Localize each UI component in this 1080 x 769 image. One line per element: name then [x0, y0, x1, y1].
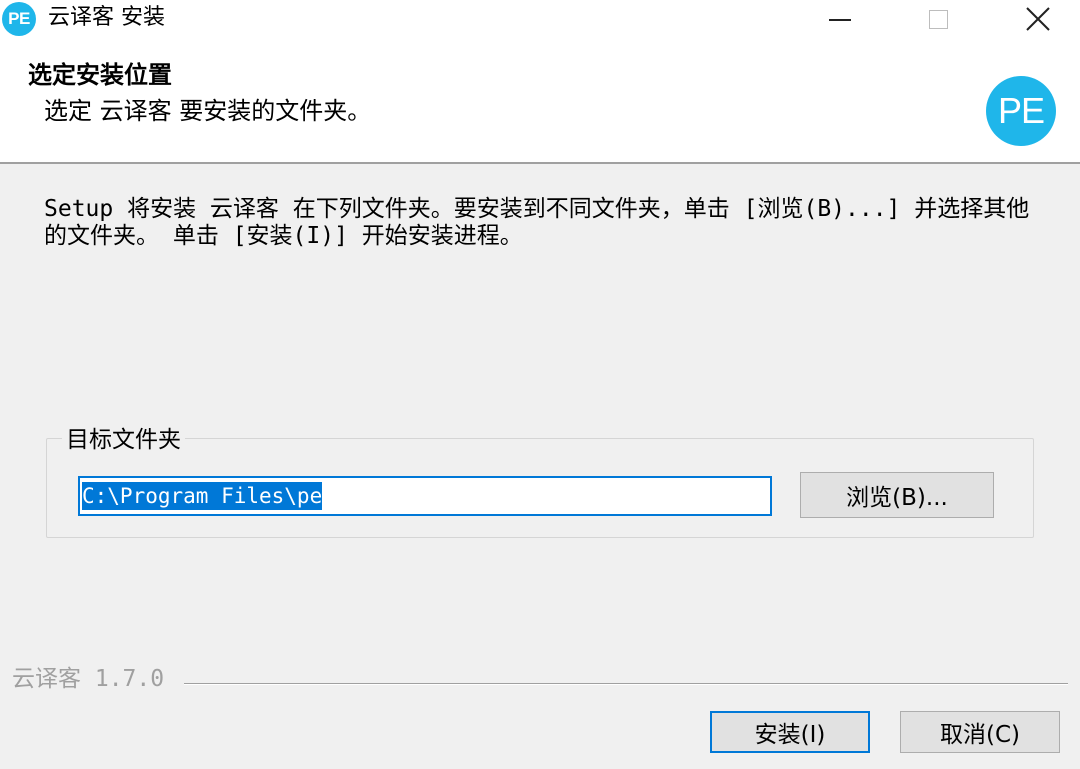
destination-folder-label: 目标文件夹	[62, 426, 185, 454]
window-title: 云译客 安装	[48, 5, 165, 30]
close-icon	[1026, 7, 1050, 31]
browse-button[interactable]: 浏览(B)...	[800, 472, 994, 518]
footer-divider	[184, 683, 1068, 685]
brand-logo-icon: PE	[986, 76, 1056, 146]
minimize-button[interactable]	[790, 0, 890, 38]
instructions-text: Setup 将安装 云译客 在下列文件夹。要安装到不同文件夹，单击 [浏览(B)…	[44, 196, 1030, 249]
minimize-icon	[829, 19, 851, 21]
destination-path-input[interactable]: C:\Program Files\pe	[78, 476, 772, 516]
destination-path-text: C:\Program Files\pe	[82, 482, 323, 510]
page-subtitle: 选定 云译客 要安装的文件夹。	[44, 97, 372, 125]
app-logo-icon: PE	[2, 2, 36, 36]
maximize-button[interactable]	[888, 0, 988, 38]
header-panel: 选定安装位置 选定 云译客 要安装的文件夹。 PE	[0, 38, 1080, 164]
install-button[interactable]: 安装(I)	[710, 711, 870, 753]
close-button[interactable]	[988, 0, 1080, 38]
installer-window: PE 云译客 安装 选定安装位置 选定 云译客 要安装的文件夹。 PE Setu…	[0, 0, 1080, 769]
page-title: 选定安装位置	[28, 61, 172, 89]
cancel-button[interactable]: 取消(C)	[900, 711, 1060, 753]
maximize-icon	[928, 9, 948, 29]
title-bar: PE 云译客 安装	[0, 0, 1080, 38]
brand-version-text: 云译客 1.7.0	[12, 666, 165, 692]
